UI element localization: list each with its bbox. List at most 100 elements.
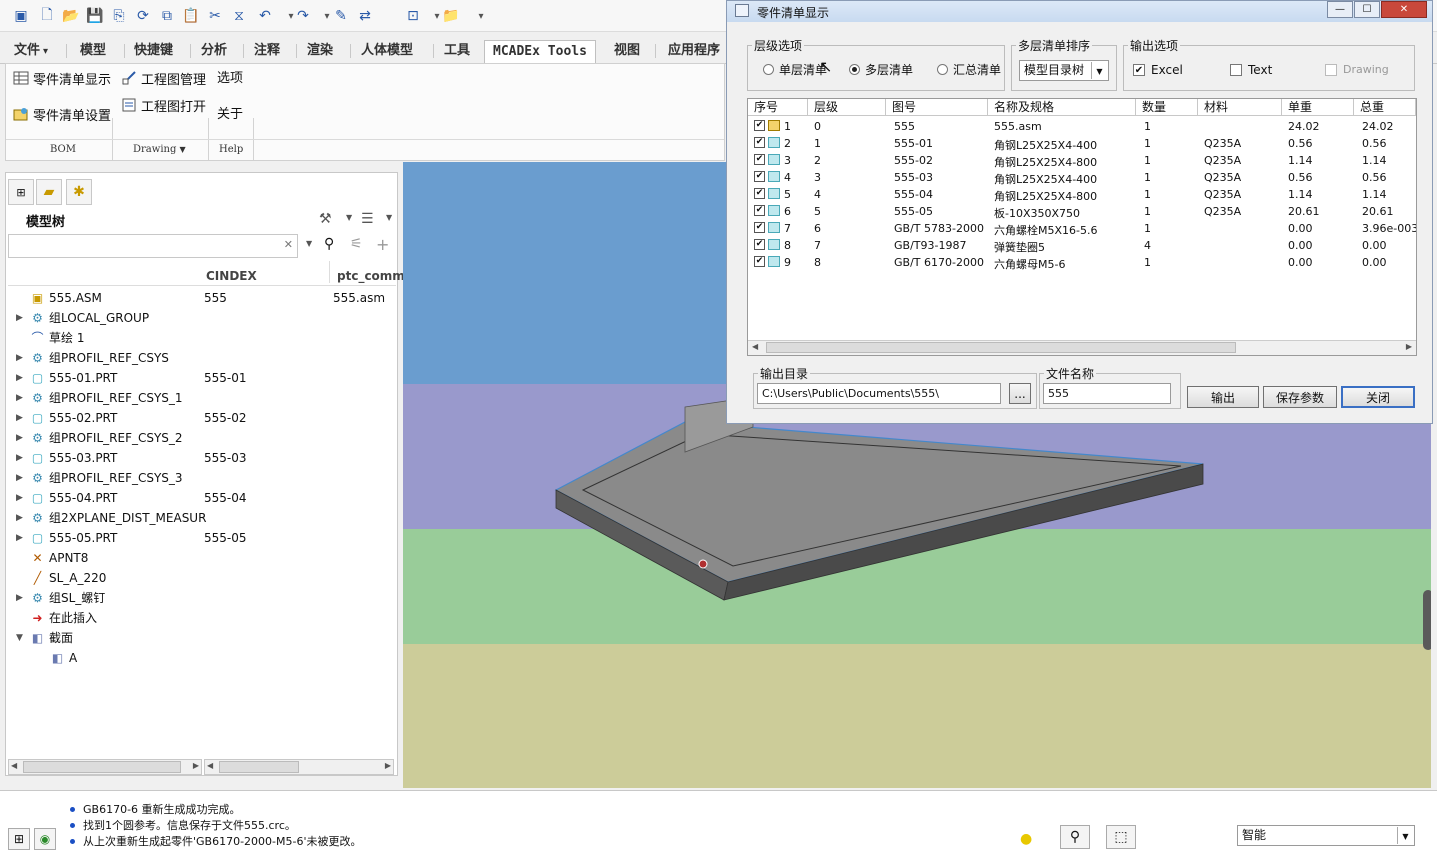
expand-arrow-icon[interactable]: ▶ [16,528,23,548]
output-dir-input[interactable]: C:\Users\Public\Documents\555\ [757,383,1001,404]
drawing-manage-button[interactable]: 工程图管理 [120,68,206,88]
regenerate-icon[interactable]: ⟳ [134,7,152,25]
expand-arrow-icon[interactable]: ▶ [16,448,23,468]
column-cindex[interactable]: CINDEX [206,269,257,283]
row-checkbox[interactable]: ✔ [754,205,765,216]
tree-row[interactable]: ▶ ▢ 555-04.PRT 555-04 [6,488,396,508]
browser-toggle-icon[interactable]: ◉ [34,828,56,850]
tab-view[interactable]: 视图 [606,40,648,62]
bom-table-row[interactable]: ✔ 5 4 555-04 角钢L25X25X4-800 1 Q235A 1.14 1.14 [748,186,1416,203]
row-checkbox[interactable]: ✔ [754,120,765,131]
expand-arrow-icon[interactable]: ▶ [16,368,23,388]
search-dropdown-icon[interactable]: ▼ [306,239,312,248]
open-icon[interactable]: 📂 [62,7,80,25]
group-label-drawing[interactable]: Drawing ▼ [133,144,186,155]
file-name-input[interactable]: 555 [1043,383,1171,404]
scroll-left-icon[interactable]: ◀ [11,761,17,770]
tree-row[interactable]: ▶ ▢ 555-05.PRT 555-05 [6,528,396,548]
row-checkbox[interactable]: ✔ [754,171,765,182]
radio-summary[interactable]: 汇总清单 [937,61,1001,78]
cut-icon[interactable]: ✂ [206,7,224,25]
expand-arrow-icon[interactable]: ▶ [16,308,23,328]
scroll-thumb[interactable] [766,342,1236,353]
expand-arrow-icon[interactable]: ▶ [16,508,23,528]
find-binoculars-icon[interactable]: ⚲ [1060,825,1090,849]
bom-column-header[interactable]: 材料 [1198,99,1282,116]
scroll-thumb[interactable] [219,761,299,773]
bom-table-row[interactable]: ✔ 1 0 555 555.asm 1 24.02 24.02 [748,118,1416,135]
column-ptc-comm[interactable]: ptc_comm [337,269,405,283]
favorites-tab[interactable]: ✱ [66,179,92,205]
tree-row[interactable]: ➜ 在此插入 [6,608,396,628]
tab-file[interactable]: 文件 ▾ [6,40,56,62]
radio-multi-level[interactable]: 多层清单 [849,61,913,78]
multi-sort-select[interactable]: 模型目录树 ▼ [1019,60,1109,81]
mirror-icon[interactable]: ⧖ [230,7,248,25]
close-window-button[interactable]: ✕ [1381,1,1427,18]
tree-row[interactable]: ▶ ⚙ 组PROFIL_REF_CSYS_3 [6,468,396,488]
about-button[interactable]: 关于 [217,102,243,122]
expand-arrow-icon[interactable]: ▶ [16,488,23,508]
text-checkbox[interactable]: Text [1230,63,1272,77]
tree-settings-icon[interactable]: ⚒ [319,211,332,227]
row-checkbox[interactable]: ✔ [754,137,765,148]
viewport-side-handle[interactable] [1423,590,1431,650]
tab-tools[interactable]: 工具 [436,40,478,62]
bom-table-row[interactable]: ✔ 9 8 GB/T 6170-2000 六角螺母M5-6 1 0.00 0.00 [748,254,1416,271]
app-icon[interactable]: ▣ [12,7,30,25]
bom-table-row[interactable]: ✔ 6 5 555-05 板-10X350X750 1 Q235A 20.61 20.61 [748,203,1416,220]
save-as-icon[interactable]: ⎘ [110,7,128,25]
relations-icon[interactable]: ⇄ [356,7,374,25]
folder-browser-tab[interactable]: ▰ [36,179,62,205]
redo-icon[interactable]: ↷ [294,7,312,25]
tab-mcadex-tools[interactable]: MCADEx Tools [484,40,596,64]
tree-row[interactable]: ▶ ⚙ 组PROFIL_REF_CSYS [6,348,396,368]
tree-row[interactable]: ✕ APNT8 [6,548,396,568]
scroll-right-icon[interactable]: ▶ [385,761,391,770]
undo-icon[interactable]: ↶ [256,7,274,25]
drawing-open-button[interactable]: 工程图打开 [120,95,206,115]
tree-row[interactable]: ◧ A [6,648,396,668]
tree-row[interactable]: ▶ ⚙ 组LOCAL_GROUP [6,308,396,328]
bom-table-row[interactable]: ✔ 3 2 555-02 角钢L25X25X4-800 1 Q235A 1.14 1.14 [748,152,1416,169]
tree-row[interactable]: ▶ ⚙ 组PROFIL_REF_CSYS_1 [6,388,396,408]
tab-render[interactable]: 渲染 [299,40,341,62]
bom-column-header[interactable]: 总重 [1354,99,1416,116]
expand-arrow-icon[interactable]: ▶ [16,468,23,488]
row-checkbox[interactable]: ✔ [754,222,765,233]
clear-search-icon[interactable]: ✕ [284,238,293,251]
tree-row[interactable]: ▶ ⚙ 组2XPLANE_DIST_MEASUR [6,508,396,528]
save-icon[interactable]: 💾 [86,7,104,25]
scroll-right-icon[interactable]: ▶ [1406,342,1412,351]
bom-table-row[interactable]: ✔ 4 3 555-03 角钢L25X25X4-400 1 Q235A 0.56 0.56 [748,169,1416,186]
tree-column-scrollbar[interactable]: ◀ ▶ [204,759,394,775]
tree-row[interactable]: ⌒ 草绘 1 [6,328,396,348]
tree-row[interactable]: ▶ ▢ 555-02.PRT 555-02 [6,408,396,428]
window-icon[interactable]: ⊡ [404,7,422,25]
filter-icon[interactable]: ⚟ [350,236,363,252]
chevron-down-icon[interactable]: ▼ [1397,827,1413,844]
expand-arrow-icon[interactable]: ▶ [16,588,23,608]
bom-table-row[interactable]: ✔ 7 6 GB/T 5783-2000 六角螺栓M5X16-5.6 1 0.00 3.96e… [748,220,1416,237]
export-button[interactable]: 输出 [1187,386,1259,408]
browse-button[interactable]: ... [1009,383,1031,404]
row-checkbox[interactable]: ✔ [754,154,765,165]
tree-row[interactable]: ▶ ⚙ 组SL_螺钉 [6,588,396,608]
chevron-down-icon[interactable]: ▼ [1091,62,1107,79]
expand-arrow-icon[interactable]: ▶ [16,388,23,408]
customize-icon[interactable]: ▾ [472,7,490,25]
dialog-title-bar[interactable]: 零件清单显示 — ☐ ✕ [727,1,1432,22]
bom-column-header[interactable]: 图号 [886,99,988,116]
model-tree-tab[interactable]: ⊞ [8,179,34,205]
options-button[interactable]: 选项 [217,66,243,86]
expand-arrow-icon[interactable]: ▶ [16,348,23,368]
find-icon[interactable]: ⚲ [324,236,334,252]
expand-arrow-icon[interactable]: ▶ [16,408,23,428]
bom-column-header[interactable]: 名称及规格 [988,99,1136,116]
scroll-thumb[interactable] [23,761,181,773]
tree-row[interactable]: ▶ ⚙ 组PROFIL_REF_CSYS_2 [6,428,396,448]
tree-horizontal-scrollbar[interactable]: ◀ ▶ [8,759,202,775]
tree-row[interactable]: ▼ ◧ 截面 [6,628,396,648]
bom-settings-button[interactable]: 零件清单设置 [12,104,111,124]
tree-row[interactable]: ▶ ▢ 555-01.PRT 555-01 [6,368,396,388]
